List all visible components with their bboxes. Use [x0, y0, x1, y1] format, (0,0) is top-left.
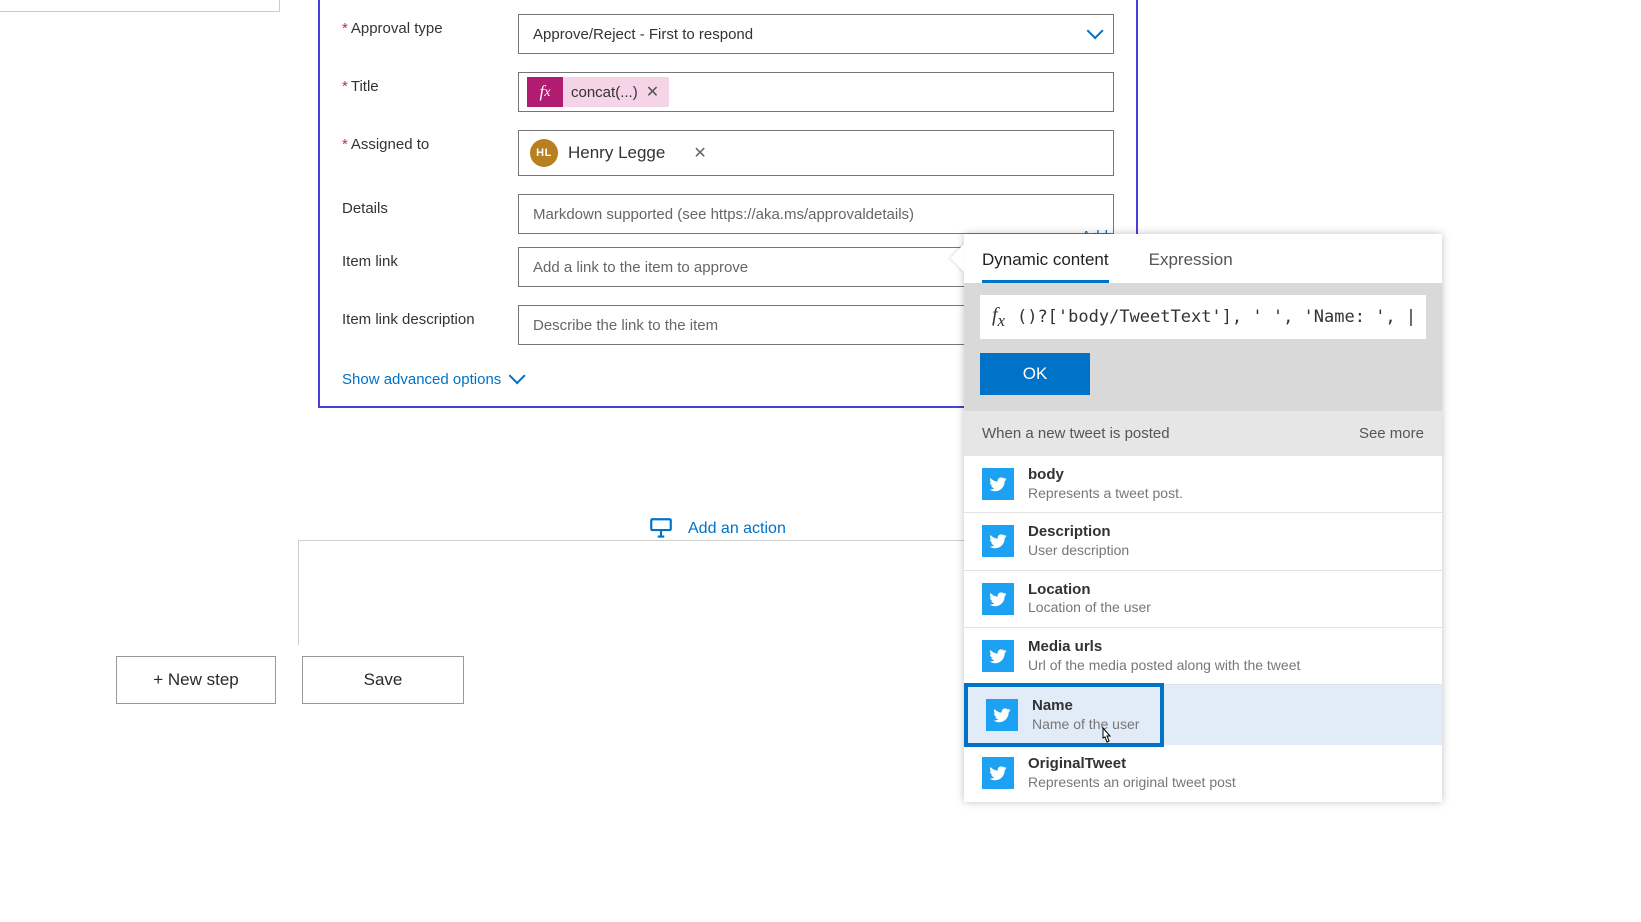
details-label: Details [342, 194, 518, 217]
approval-type-label: Approval type [342, 14, 518, 37]
dynamic-content-section-header: When a new tweet is posted See more [964, 411, 1442, 456]
twitter-icon [986, 699, 1018, 731]
ok-button[interactable]: OK [980, 353, 1090, 395]
fx-icon: fx [527, 77, 563, 107]
details-placeholder: Markdown supported (see https://aka.ms/a… [533, 206, 914, 223]
avatar: HL [530, 139, 558, 167]
remove-person-icon[interactable]: ✕ [693, 143, 706, 163]
see-more-link[interactable]: See more [1359, 425, 1424, 442]
tab-expression[interactable]: Expression [1149, 250, 1233, 283]
section-title: When a new tweet is posted [982, 425, 1170, 442]
item-link-desc-label: Item link description [342, 305, 518, 328]
assigned-to-input[interactable]: HL Henry Legge ✕ [518, 130, 1114, 176]
expression-pill[interactable]: fx concat(...) ✕ [527, 77, 669, 107]
person-name: Henry Legge [568, 143, 665, 163]
popover-caret [950, 244, 964, 272]
fx-icon: fx [992, 304, 1005, 331]
new-step-button[interactable]: + New step [116, 656, 276, 704]
title-label: Title [342, 72, 518, 95]
dynamic-item-description[interactable]: Description User description [964, 513, 1442, 570]
item-link-label: Item link [342, 247, 518, 270]
item-link-placeholder: Add a link to the item to approve [533, 259, 748, 276]
twitter-icon [982, 640, 1014, 672]
popover-tabs: Dynamic content Expression [964, 234, 1442, 283]
dynamic-item-name[interactable]: Name Name of the user [964, 683, 1164, 747]
show-advanced-options-toggle[interactable]: Show advanced options [342, 371, 521, 388]
add-action-icon [648, 516, 674, 542]
chevron-down-icon [509, 371, 521, 388]
assigned-to-label: Assigned to [342, 130, 518, 153]
item-link-desc-placeholder: Describe the link to the item [533, 317, 718, 334]
twitter-icon [982, 757, 1014, 789]
dynamic-item-media-urls[interactable]: Media urls Url of the media posted along… [964, 628, 1442, 685]
add-an-action-button[interactable]: Add an action [648, 516, 786, 542]
title-input[interactable]: fx concat(...) ✕ [518, 72, 1114, 112]
expression-pill-text: concat(...) [563, 84, 646, 101]
expression-editor[interactable]: fx ()?['body/TweetText'], ' ', 'Name: ',… [980, 295, 1426, 339]
twitter-icon [982, 468, 1014, 500]
details-input[interactable]: Markdown supported (see https://aka.ms/a… [518, 194, 1114, 234]
twitter-icon [982, 583, 1014, 615]
person-pill[interactable]: HL Henry Legge ✕ [527, 136, 713, 170]
dynamic-item-body[interactable]: body Represents a tweet post. [964, 456, 1442, 513]
approval-type-value: Approve/Reject - First to respond [533, 26, 753, 43]
approval-type-select[interactable]: Approve/Reject - First to respond [518, 14, 1114, 54]
twitter-icon [982, 525, 1014, 557]
dynamic-item-name-row[interactable]: Name Name of the user [964, 685, 1442, 745]
dynamic-item-originaltweet[interactable]: OriginalTweet Represents an original twe… [964, 745, 1442, 801]
dynamic-item-location[interactable]: Location Location of the user [964, 571, 1442, 628]
chevron-down-icon [1087, 26, 1099, 43]
save-button[interactable]: Save [302, 656, 464, 704]
remove-expression-icon[interactable]: ✕ [646, 82, 659, 102]
left-sidebar-stub [0, 0, 280, 12]
expression-panel: fx ()?['body/TweetText'], ' ', 'Name: ',… [964, 283, 1442, 411]
dynamic-content-popover: Dynamic content Expression fx ()?['body/… [964, 234, 1442, 802]
tab-dynamic-content[interactable]: Dynamic content [982, 250, 1109, 283]
expression-text: ()?['body/TweetText'], ' ', 'Name: ', | [1017, 307, 1414, 327]
